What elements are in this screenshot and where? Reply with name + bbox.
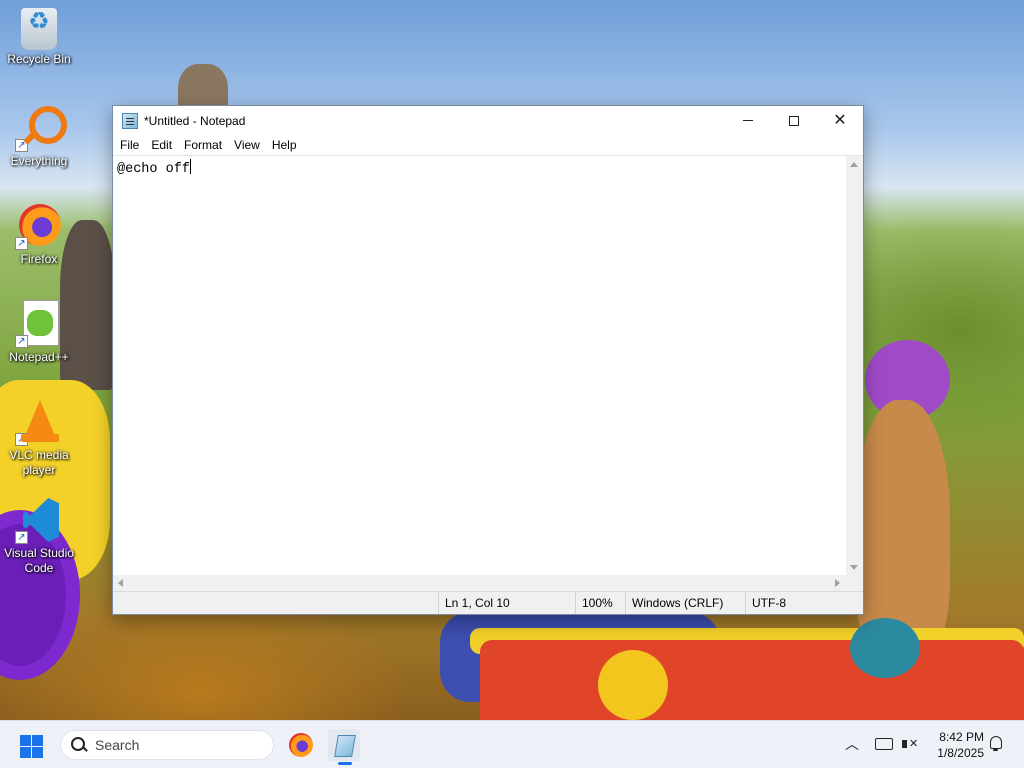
taskbar-clock[interactable]: 8:42 PM 1/8/2025	[926, 729, 984, 761]
windows-logo-icon-part	[20, 747, 31, 758]
horizontal-scrollbar[interactable]	[113, 575, 846, 592]
editor-area: @echo off	[113, 155, 863, 592]
close-icon: ✕	[833, 111, 847, 129]
wallpaper-ball-shape	[850, 618, 920, 678]
desktop-icon-label: Visual Studio Code	[4, 546, 74, 575]
desktop-icon-firefox[interactable]: ↗ Firefox	[2, 202, 76, 267]
wallpaper-wrench-shape	[598, 650, 668, 720]
status-bar: Ln 1, Col 10 100% Windows (CRLF) UTF-8	[113, 591, 863, 614]
volume-muted-icon[interactable]	[901, 735, 919, 753]
everything-search-icon: ↗	[15, 104, 67, 152]
search-icon	[71, 737, 87, 753]
notepad-window[interactable]: *Untitled - Notepad ✕ File Edit Format V…	[112, 105, 864, 615]
status-cursor-position: Ln 1, Col 10	[438, 592, 510, 614]
menu-help[interactable]: Help	[266, 135, 303, 155]
status-encoding: UTF-8	[745, 592, 786, 614]
desktop-icon-label: Recycle Bin	[7, 52, 71, 66]
status-zoom: 100%	[575, 592, 613, 614]
notepad-icon	[122, 112, 138, 129]
editor-text: @echo off	[117, 162, 190, 177]
desktop-icon-vlc[interactable]: ↗ VLC media player	[2, 398, 76, 478]
shortcut-arrow-icon: ↗	[15, 335, 28, 348]
menu-file[interactable]: File	[114, 135, 145, 155]
desktop-icon-label: Everything	[10, 154, 68, 168]
taskbar-firefox-button[interactable]	[285, 729, 317, 761]
vertical-scrollbar[interactable]	[846, 156, 863, 576]
windows-logo-icon-part	[32, 747, 43, 758]
maximize-icon	[789, 115, 799, 126]
menu-edit[interactable]: Edit	[145, 135, 178, 155]
minimize-icon	[743, 120, 753, 121]
windows-logo-icon	[20, 735, 31, 746]
desktop-icon-notepad-plus-plus[interactable]: ↗ Notepad++	[2, 300, 76, 365]
taskbar: Search ︿ 8:42 PM 1/8/2025	[0, 720, 1024, 768]
search-placeholder: Search	[95, 737, 140, 753]
close-button[interactable]: ✕	[817, 106, 863, 135]
shortcut-arrow-icon: ↗	[15, 237, 28, 250]
minimize-button[interactable]	[725, 106, 771, 135]
recycle-bin-icon	[21, 8, 57, 50]
start-button[interactable]	[16, 731, 46, 761]
scroll-up-icon[interactable]	[850, 162, 858, 167]
scroll-left-icon[interactable]	[118, 579, 123, 587]
wallpaper-bucket-shape	[480, 640, 1024, 720]
taskbar-notepad-button[interactable]	[328, 729, 360, 765]
firefox-icon: ↗	[15, 202, 63, 250]
desktop-icon-label: VLC media player	[9, 448, 69, 477]
shortcut-arrow-icon: ↗	[15, 531, 28, 544]
status-line-ending: Windows (CRLF)	[625, 592, 723, 614]
maximize-button[interactable]	[771, 106, 817, 135]
text-editor[interactable]: @echo off	[113, 156, 846, 576]
text-caret	[189, 159, 191, 174]
network-icon[interactable]	[875, 738, 893, 750]
shortcut-arrow-icon: ↗	[15, 433, 28, 446]
title-bar[interactable]: *Untitled - Notepad ✕	[113, 106, 863, 135]
scroll-corner	[846, 575, 863, 592]
notification-bell-icon[interactable]	[988, 735, 1004, 753]
menu-format[interactable]: Format	[178, 135, 228, 155]
notepad-plus-plus-icon: ↗	[15, 300, 63, 348]
scroll-down-icon[interactable]	[850, 565, 858, 570]
menu-bar: File Edit Format View Help	[113, 135, 863, 155]
vlc-icon: ↗	[15, 398, 63, 446]
desktop-icon-vscode[interactable]: ↗ Visual Studio Code	[2, 496, 76, 576]
desktop-icon-label: Notepad++	[9, 350, 69, 364]
windows-logo-icon-part	[32, 735, 43, 746]
vscode-icon: ↗	[15, 496, 63, 544]
desktop-icon-everything[interactable]: ↗ Everything	[2, 104, 76, 169]
window-title: *Untitled - Notepad	[144, 113, 246, 128]
clock-time: 8:42 PM	[939, 730, 984, 744]
taskbar-search-box[interactable]: Search	[60, 730, 274, 760]
desktop-icon-label: Firefox	[20, 252, 58, 266]
shortcut-arrow-icon: ↗	[15, 139, 28, 152]
menu-view[interactable]: View	[228, 135, 266, 155]
show-hidden-icons-chevron-icon[interactable]: ︿	[843, 735, 861, 753]
clock-date: 1/8/2025	[937, 746, 984, 760]
scroll-right-icon[interactable]	[835, 579, 840, 587]
desktop-icon-recycle-bin[interactable]: Recycle Bin	[2, 8, 76, 67]
